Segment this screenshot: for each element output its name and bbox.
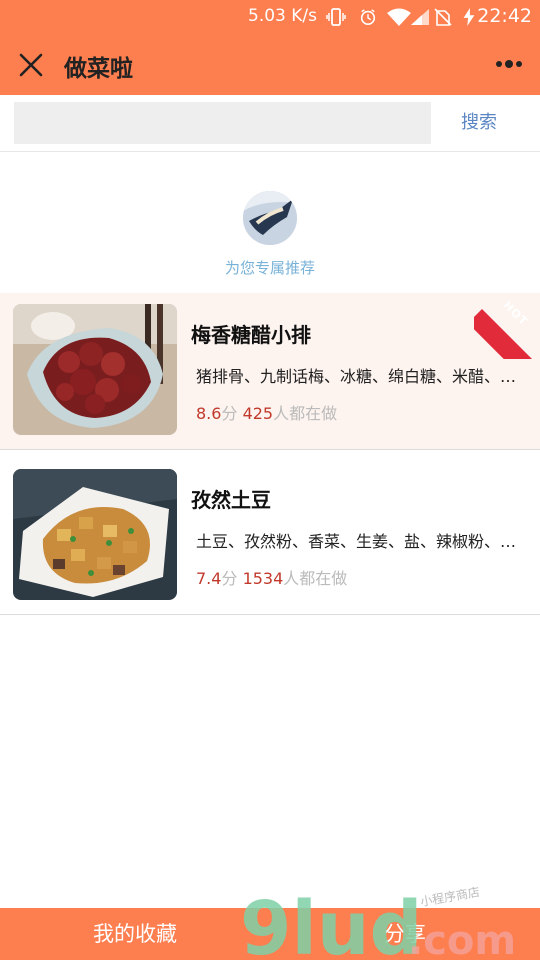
count-suffix: 人都在做 xyxy=(273,404,338,423)
recipe-name: 梅香糖醋小排 xyxy=(191,323,311,347)
recipe-ingredients: 土豆、孜然粉、香菜、生姜、盐、辣椒粉、… xyxy=(196,532,517,551)
vibrate-icon xyxy=(326,8,346,26)
close-icon[interactable] xyxy=(16,50,46,80)
share-button[interactable]: 分享 xyxy=(270,908,540,960)
clock: 22:42 xyxy=(477,5,532,27)
hot-label: HOT xyxy=(500,298,531,329)
recipe-image xyxy=(13,304,177,435)
favorites-button[interactable]: 我的收藏 xyxy=(0,908,270,960)
recipe-meta: 8.6分 425人都在做 xyxy=(196,400,337,424)
recipe-score: 8.6 xyxy=(196,404,222,423)
count-suffix: 人都在做 xyxy=(283,569,348,588)
recipe-card[interactable]: 梅香糖醋小排 猪排骨、九制话梅、冰糖、绵白糖、米醋、… 8.6分 425人都在做… xyxy=(0,293,540,450)
recipe-card[interactable]: 孜然土豆 土豆、孜然粉、香菜、生姜、盐、辣椒粉、… 7.4分 1534人都在做 xyxy=(0,458,540,615)
recipe-meta: 7.4分 1534人都在做 xyxy=(196,565,347,589)
status-bar: 5.03 K/s 22:42 xyxy=(0,0,540,34)
signal-icon xyxy=(411,9,429,25)
alarm-icon xyxy=(360,9,376,26)
no-sim-icon xyxy=(434,8,452,26)
recommend-avatar[interactable] xyxy=(243,191,297,245)
hot-badge: HOT xyxy=(474,293,540,359)
recipe-score: 7.4 xyxy=(196,569,222,588)
network-speed: 5.03 K/s xyxy=(248,6,317,26)
search-button[interactable]: 搜索 xyxy=(440,107,518,139)
bottom-bar: 我的收藏 分享 xyxy=(0,908,540,960)
top-bar: 5.03 K/s 22:42 做菜啦 xyxy=(0,0,540,95)
search-input[interactable] xyxy=(14,102,431,144)
recipe-ingredients: 猪排骨、九制话梅、冰糖、绵白糖、米醋、… xyxy=(196,367,517,386)
recipe-image xyxy=(13,469,177,600)
more-icon[interactable] xyxy=(490,54,526,74)
search-bar: 搜索 xyxy=(0,95,540,152)
page-title: 做菜啦 xyxy=(64,56,133,82)
recipe-name: 孜然土豆 xyxy=(191,488,271,512)
score-unit: 分 xyxy=(221,404,238,423)
charging-icon xyxy=(463,8,475,26)
recommend-label: 为您专属推荐 xyxy=(224,259,315,277)
score-unit: 分 xyxy=(221,569,238,588)
recipe-count: 425 xyxy=(242,404,274,423)
recipe-count: 1534 xyxy=(242,569,284,588)
wifi-icon xyxy=(387,8,411,26)
watermark-tagline: 小程序商店 xyxy=(419,884,481,910)
